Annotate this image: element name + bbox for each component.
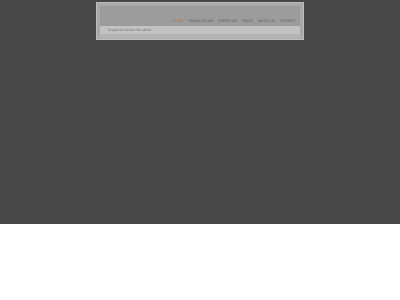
- nav-item-home[interactable]: Home: [173, 19, 183, 23]
- site-frame: Home Translations Expertise Rates About …: [96, 2, 304, 40]
- breadcrumb-bar: Bergslund bokstav eller sänkte: [100, 26, 300, 34]
- nav-item-translations[interactable]: Translations: [188, 19, 213, 23]
- nav-item-expertise[interactable]: Expertise: [218, 19, 237, 23]
- breadcrumb: Bergslund bokstav eller sänkte: [108, 28, 152, 32]
- header-nav-bar: Home Translations Expertise Rates About …: [100, 6, 300, 26]
- nav-item-contact[interactable]: Contact: [280, 19, 296, 23]
- content-area: [100, 34, 300, 39]
- main-nav: Home Translations Expertise Rates About …: [173, 19, 296, 23]
- nav-item-about-us[interactable]: About us: [258, 19, 275, 23]
- nav-item-rates[interactable]: Rates: [242, 19, 253, 23]
